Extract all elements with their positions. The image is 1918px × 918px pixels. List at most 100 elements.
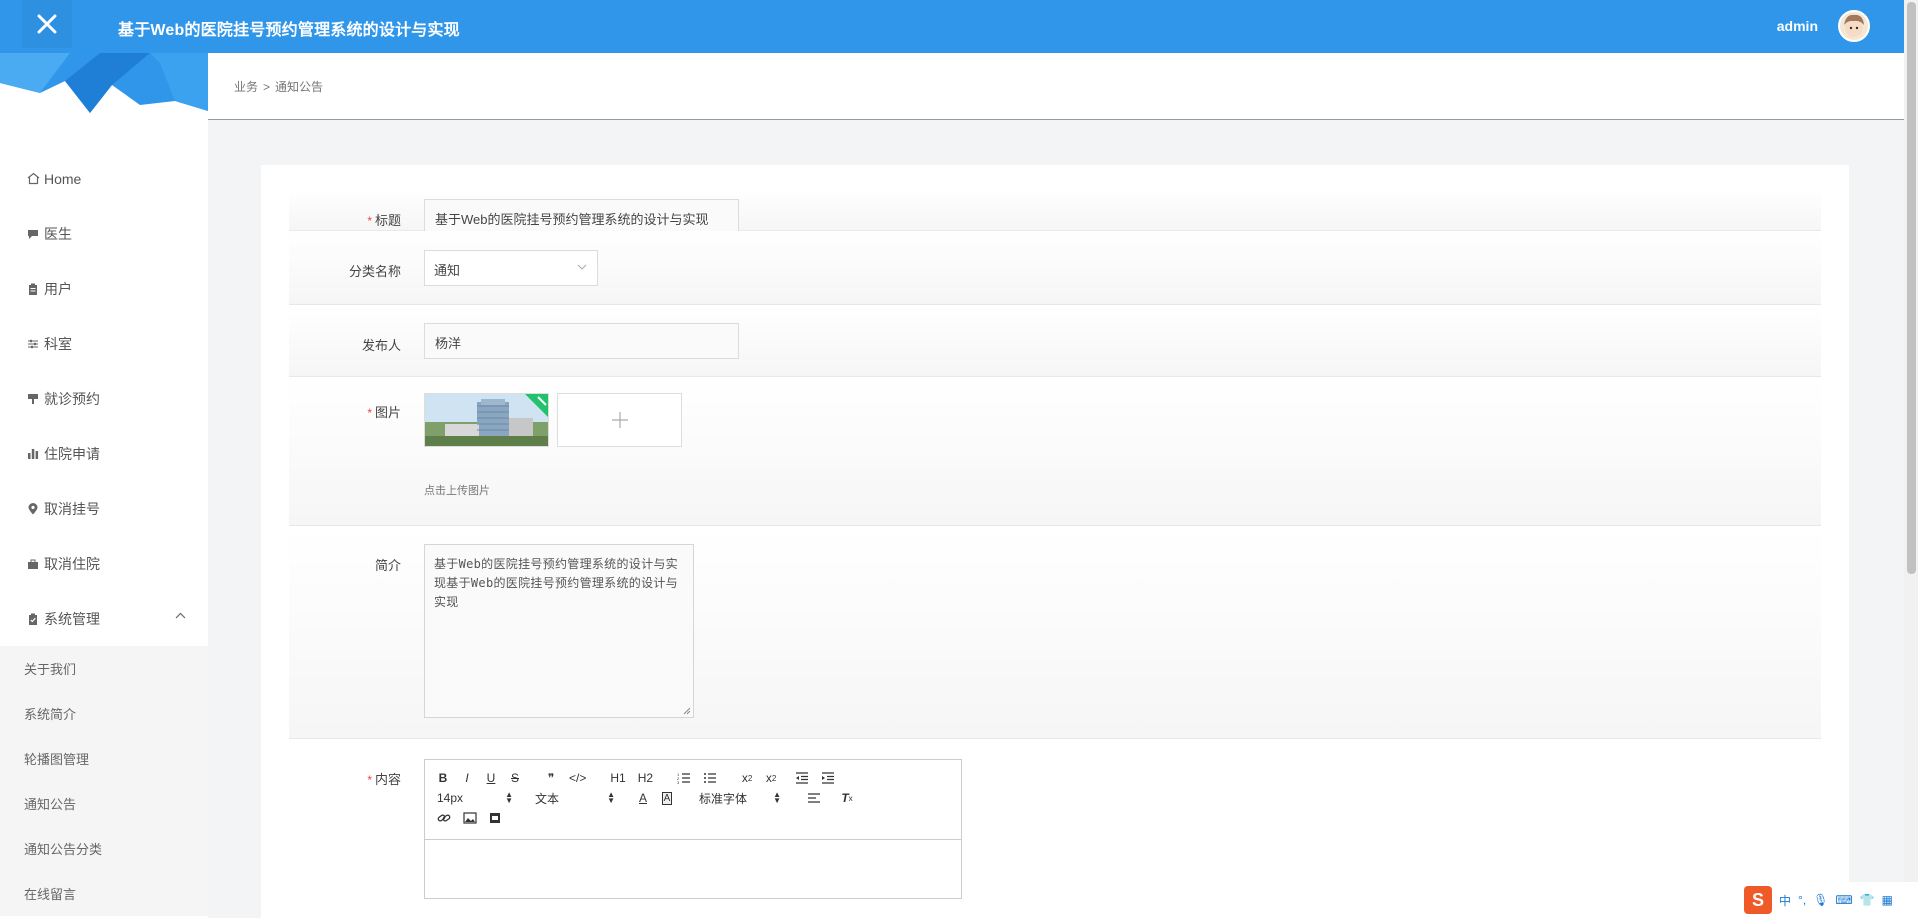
submenu-item-notice[interactable]: 通知公告 [0, 781, 208, 826]
plus-icon [611, 412, 628, 428]
ordered-list-icon[interactable]: 123 [677, 772, 691, 784]
submenu-item-carousel[interactable]: 轮播图管理 [0, 736, 208, 781]
sidebar-banner [0, 53, 208, 123]
sidebar-item-label: 医生 [44, 225, 72, 242]
publisher-input[interactable]: 杨洋 [424, 323, 739, 359]
breadcrumb-bar: 业务 > 通知公告 [208, 53, 1904, 120]
sidebar-item-label: 取消挂号 [44, 500, 100, 517]
sogou-logo-icon[interactable]: S [1744, 886, 1772, 914]
uploaded-image-thumbnail[interactable] [424, 393, 549, 447]
upload-hint: 点击上传图片 [424, 485, 490, 497]
comment-icon [26, 227, 40, 241]
sidebar-item-label: 住院申请 [44, 445, 100, 462]
toolbar-row [437, 808, 949, 828]
microphone-icon[interactable]: 🎙 [1813, 893, 1828, 907]
font-family-value: 标准字体 [699, 791, 748, 806]
resize-handle-icon[interactable] [683, 707, 691, 715]
publisher-label: 发布人 [361, 338, 401, 353]
ime-toolbar: S 中 °, 🎙 ⌨ 👕 ▦ [1740, 882, 1918, 918]
scrollbar-thumb[interactable] [1907, 2, 1916, 574]
updown-icon: ▲ ▼ [607, 790, 615, 805]
app-title: 基于Web的医院挂号预约管理系统的设计与实现 [118, 22, 460, 39]
sidebar-item-cancel-registration[interactable]: 取消挂号 [0, 481, 208, 536]
close-menu-button[interactable] [22, 0, 72, 48]
location-pin-icon [26, 502, 40, 516]
outdent-icon[interactable] [795, 772, 809, 784]
editor-content-area[interactable] [425, 840, 961, 898]
italic-button[interactable]: I [461, 771, 473, 785]
updown-icon: ▲ ▼ [505, 790, 513, 805]
blockquote-icon[interactable]: ❞ [545, 771, 557, 785]
sidebar-item-department[interactable]: 科室 [0, 316, 208, 371]
form-row-title: * 标题 基于Web的医院挂号预约管理系统的设计与实现 [289, 189, 1821, 235]
field-label: * 标题 [367, 210, 401, 229]
font-family-select[interactable]: 标准字体 ▲ ▼ [699, 790, 781, 807]
align-left-icon[interactable] [807, 792, 821, 804]
superscript-icon[interactable]: x2 [765, 771, 777, 785]
clear-format-icon[interactable]: Tx [841, 791, 853, 805]
ime-language[interactable]: 中 [1779, 892, 1791, 909]
block-type-select[interactable]: 文本 ▲ ▼ [535, 790, 615, 807]
sidebar-item-appointment[interactable]: 就诊预约 [0, 371, 208, 426]
home-icon [26, 172, 40, 186]
chevron-down-icon [577, 264, 587, 270]
form-row-publisher: 发布人 杨洋 [289, 305, 1821, 377]
image-icon[interactable] [463, 812, 477, 824]
svg-text:3: 3 [677, 780, 680, 784]
sidebar-item-cancel-hospitalization[interactable]: 取消住院 [0, 536, 208, 591]
bullet-list-icon[interactable] [703, 772, 717, 784]
sidebar-item-label: 科室 [44, 335, 72, 352]
updown-icon: ▲ ▼ [773, 790, 781, 805]
avatar[interactable] [1838, 10, 1870, 42]
intro-textarea[interactable]: 基于Web的医院挂号预约管理系统的设计与实现基于Web的医院挂号预约管理系统的设… [424, 544, 694, 718]
heading-1-button[interactable]: H1 [610, 771, 625, 785]
submenu-item-notice-category[interactable]: 通知公告分类 [0, 826, 208, 871]
subscript-icon[interactable]: x2 [741, 771, 753, 785]
font-color-icon[interactable]: A [637, 791, 649, 805]
sidebar: Home 医生 用户 科室 就诊预约 住院申请 取消挂号 取消住院 系统管理 关… [0, 53, 208, 918]
page-scrollbar[interactable] [1904, 0, 1918, 918]
sidebar-item-hospitalization[interactable]: 住院申请 [0, 426, 208, 481]
submenu-item-message[interactable]: 在线留言 [0, 871, 208, 916]
category-label: 分类名称 [348, 264, 401, 279]
form-row-intro: 简介 基于Web的医院挂号预约管理系统的设计与实现基于Web的医院挂号预约管理系… [289, 526, 1821, 739]
intro-value: 基于Web的医院挂号预约管理系统的设计与实现基于Web的医院挂号预约管理系统的设… [434, 557, 678, 609]
video-icon[interactable] [489, 812, 501, 824]
skin-icon[interactable]: 👕 [1860, 893, 1875, 907]
code-icon[interactable]: </> [569, 771, 586, 785]
punctuation-icon[interactable]: °, [1798, 893, 1806, 907]
submenu-item-about[interactable]: 关于我们 [0, 646, 208, 691]
title-input[interactable]: 基于Web的医院挂号预约管理系统的设计与实现 [424, 199, 739, 235]
clipboard-icon [26, 282, 40, 296]
sidebar-item-home[interactable]: Home [0, 151, 208, 206]
field-label: * 内容 [367, 769, 401, 788]
indent-icon[interactable] [821, 772, 835, 784]
breadcrumb-parent[interactable]: 业务 [234, 80, 258, 94]
required-mark: * [367, 406, 372, 420]
sidebar-item-doctor[interactable]: 医生 [0, 206, 208, 261]
submenu-item-intro[interactable]: 系统简介 [0, 691, 208, 736]
sidebar-item-user[interactable]: 用户 [0, 261, 208, 316]
upload-image-button[interactable] [557, 393, 682, 447]
user-name[interactable]: admin [1777, 18, 1818, 34]
bold-button[interactable]: B [437, 771, 449, 785]
form-row-content: * 内容 B I U S ❞ </> H1 H2 123 x 2 x 2 14p… [289, 739, 1821, 918]
form-row-category: 分类名称 通知 [289, 231, 1821, 305]
strike-button[interactable]: S [509, 771, 521, 785]
editor-toolbar: B I U S ❞ </> H1 H2 123 x2 x2 14px ▲ ▼ 文… [425, 760, 961, 840]
top-header: 基于Web的医院挂号预约管理系统的设计与实现 admin [0, 0, 1904, 53]
breadcrumb: 业务 > 通知公告 [234, 78, 323, 95]
breadcrumb-current: 通知公告 [275, 80, 324, 94]
category-select[interactable]: 通知 [424, 250, 598, 286]
sidebar-item-label: 取消住院 [44, 555, 100, 572]
font-size-select[interactable]: 14px ▲ ▼ [437, 790, 513, 806]
sidebar-item-system[interactable]: 系统管理 [0, 591, 208, 646]
background-color-icon[interactable]: A [661, 791, 673, 805]
underline-button[interactable]: U [485, 771, 497, 785]
heading-2-button[interactable]: H2 [638, 771, 653, 785]
grid-icon[interactable]: ▦ [1882, 893, 1893, 907]
link-icon[interactable] [437, 812, 451, 824]
title-label: 标题 [374, 213, 401, 228]
keyboard-icon[interactable]: ⌨ [1835, 893, 1852, 907]
sidebar-item-label: 系统管理 [44, 610, 100, 627]
